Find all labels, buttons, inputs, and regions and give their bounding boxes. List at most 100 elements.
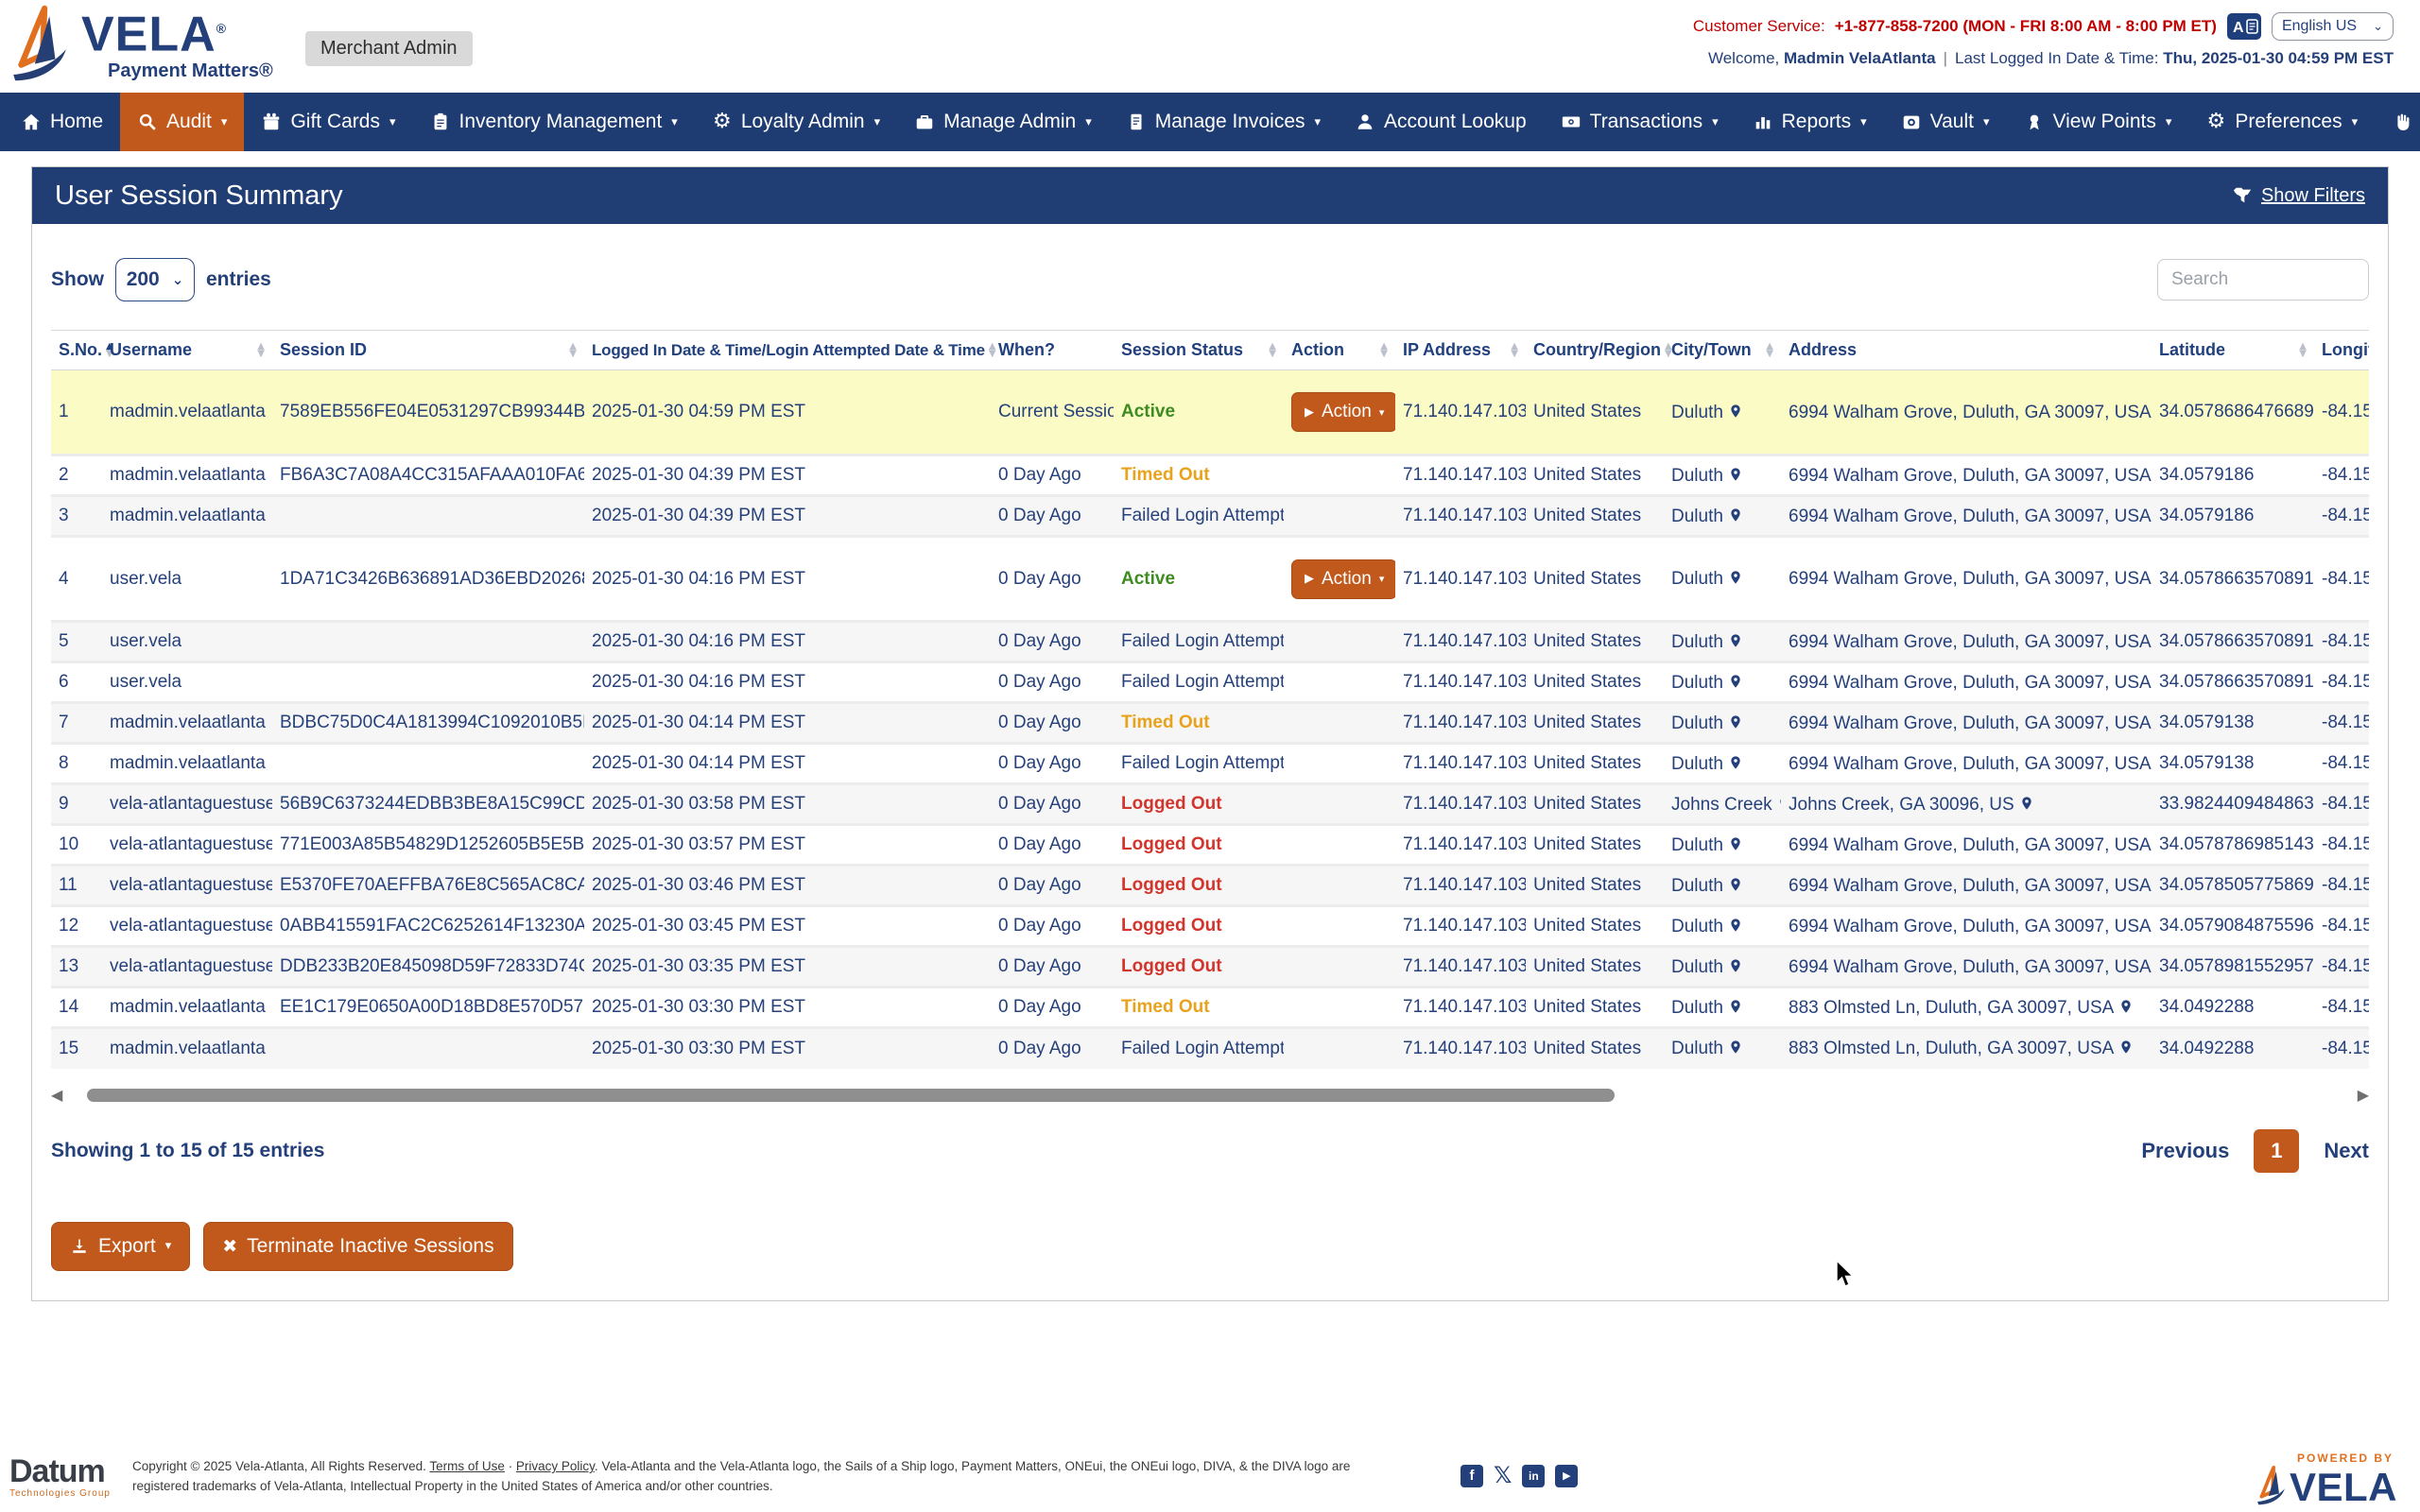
nav-item-manage-admin[interactable]: Manage Admin▾ [897,93,1109,151]
map-pin-icon[interactable] [1728,1038,1743,1057]
translate-icon[interactable]: A [2226,12,2262,41]
nav-item-account-lookup[interactable]: Account Lookup [1338,93,1544,151]
terms-of-use-link[interactable]: Terms of Use [429,1459,505,1473]
nav-item-home[interactable]: Home [4,93,120,151]
map-pin-icon[interactable] [2019,794,2034,813]
cell-action [1284,1028,1395,1069]
terminate-inactive-sessions-button[interactable]: ✖ Terminate Inactive Sessions [203,1222,512,1271]
entries-summary: Showing 1 to 15 of 15 entries [51,1140,324,1162]
column-header-session-status[interactable]: Session Status▲▼ [1114,331,1284,370]
column-header-latitude[interactable]: Latitude▲▼ [2152,331,2314,370]
column-header-logged-in-date-time-login-attempted-date-time[interactable]: Logged In Date & Time/Login Attempted Da… [584,331,991,370]
current-page-button[interactable]: 1 [2254,1129,2299,1173]
map-pin-icon[interactable] [1728,506,1743,524]
column-header-action[interactable]: Action▲▼ [1284,331,1395,370]
nav-item-audit[interactable]: Audit▾ [120,93,244,151]
map-pin-icon[interactable] [2118,1038,2134,1057]
cell-city: Duluth [1664,988,1781,1028]
cell-username: madmin.velaatlanta [102,988,272,1028]
show-filters-button[interactable]: Show Filters [2232,185,2365,207]
session-row: 11vela-atlantaguestuserE5370FE70AEFFBA76… [51,866,2369,906]
nav-item-view-points[interactable]: View Points▾ [2007,93,2189,151]
map-pin-icon[interactable] [1728,956,1743,975]
x-twitter-icon[interactable]: 𝕏 [1494,1462,1512,1489]
hand-icon [2392,112,2412,132]
map-pin-icon[interactable] [1777,794,1781,813]
nav-item-gift-cards[interactable]: Gift Cards▾ [244,93,412,151]
map-pin-icon[interactable] [1728,753,1743,772]
scrollbar-thumb[interactable] [87,1089,1615,1102]
session-row: 10vela-atlantaguestuser771E003A85B54829D… [51,825,2369,866]
column-header-s-no-[interactable]: S.No.▲▼ [51,331,102,370]
map-pin-icon[interactable] [1728,997,1743,1016]
column-header-city-town[interactable]: City/Town▲▼ [1664,331,1781,370]
nav-item-loyalty-admin[interactable]: ⚙︎Loyalty Admin▾ [695,93,897,151]
nav-item-inventory-management[interactable]: Inventory Management▾ [413,93,695,151]
horizontal-scrollbar: ◀ ▶ [51,1088,2369,1103]
svg-text:A: A [2233,20,2244,36]
nav-item-transactions[interactable]: Transactions▾ [1544,93,1736,151]
page-title: User Session Summary [55,180,343,212]
session-row: 6user.vela2025-01-30 04:16 PM EST0 Day A… [51,662,2369,703]
welcome-line: Welcome, Madmin VelaAtlanta|Last Logged … [1693,49,2394,68]
column-header-country-region[interactable]: Country/Region▲▼ [1526,331,1664,370]
invoice-icon [1126,112,1147,132]
cell-city: Johns Creek [1664,784,1781,825]
nav-item-vault[interactable]: Vault▾ [1884,93,2007,151]
previous-page-button[interactable]: Previous [2141,1139,2229,1163]
language-select[interactable]: English US⌄ [2272,12,2394,41]
nav-item-reports[interactable]: Reports▾ [1736,93,1884,151]
session-row: 5user.vela2025-01-30 04:16 PM EST0 Day A… [51,622,2369,662]
scrollbar-track[interactable] [70,1089,2349,1102]
export-button[interactable]: Export▾ [51,1222,190,1271]
map-pin-icon[interactable] [1728,916,1743,935]
youtube-icon[interactable]: ▶ [1555,1465,1578,1487]
cell-city: Duluth [1664,370,1781,455]
datum-logo: Datum Technologies Group [9,1456,111,1499]
nav-item-preferences[interactable]: ⚙Preferences▾ [2188,93,2375,151]
cell-action [1284,744,1395,784]
nav-item-manage-invoices[interactable]: Manage Invoices▾ [1109,93,1338,151]
session-row: 13vela-atlantaguestuserDDB233B20E845098D… [51,947,2369,988]
row-action-button[interactable]: ▶Action ▾ [1291,559,1395,599]
map-pin-icon[interactable] [2118,997,2134,1016]
linkedin-icon[interactable]: in [1522,1465,1545,1487]
privacy-policy-link[interactable]: Privacy Policy [516,1459,595,1473]
map-pin-icon[interactable] [1728,465,1743,484]
scroll-left-arrow[interactable]: ◀ [51,1088,62,1103]
map-pin-icon[interactable] [1728,402,1743,421]
map-pin-icon[interactable] [1728,631,1743,650]
cell-sno: 14 [51,988,102,1028]
map-pin-icon[interactable] [1728,875,1743,894]
sort-icon: ▲▼ [1380,343,1388,358]
cell-address: 6994 Walham Grove, Duluth, GA 30097, USA [1781,744,2152,784]
session-row: 2madmin.velaatlantaFB6A3C7A08A4CC315AFAA… [51,455,2369,496]
cell-session-id: 0ABB415591FAC2C6252614F13230A237 [272,906,584,947]
session-row: 4user.vela1DA71C3426B636891AD36EBD202682… [51,537,2369,622]
search-icon [137,112,158,132]
cell-city: Duluth [1664,455,1781,496]
nav-item-help[interactable]: Help▾ [2375,93,2420,151]
cell-sno: 10 [51,825,102,866]
facebook-icon[interactable]: f [1461,1465,1483,1487]
page-size-select[interactable]: 200⌄ [115,258,195,301]
cell-address: Johns Creek, GA 30096, US [1781,784,2152,825]
column-header-ip-address[interactable]: IP Address▲▼ [1395,331,1526,370]
next-page-button[interactable]: Next [2324,1139,2369,1163]
cell-session-id: 771E003A85B54829D1252605B5E5BA63 [272,825,584,866]
search-input[interactable] [2157,259,2369,301]
column-header-longitude[interactable]: Longitude [2314,331,2369,370]
map-pin-icon[interactable] [1728,568,1743,587]
cell-ip: 71.140.147.103 [1395,703,1526,744]
scroll-right-arrow[interactable]: ▶ [2358,1088,2369,1103]
map-pin-icon[interactable] [1728,834,1743,853]
map-pin-icon[interactable] [1728,713,1743,731]
row-action-button[interactable]: ▶Action ▾ [1291,392,1395,432]
column-header-when-[interactable]: When? [991,331,1114,370]
map-pin-icon[interactable] [1728,672,1743,691]
column-header-address[interactable]: Address [1781,331,2152,370]
column-header-session-id[interactable]: Session ID▲▼ [272,331,584,370]
cell-logged-in: 2025-01-30 04:39 PM EST [584,455,991,496]
column-header-username[interactable]: Username▲▼ [102,331,272,370]
sessions-table-wrap: S.No.▲▼Username▲▼Session ID▲▼Logged In D… [51,330,2369,1069]
